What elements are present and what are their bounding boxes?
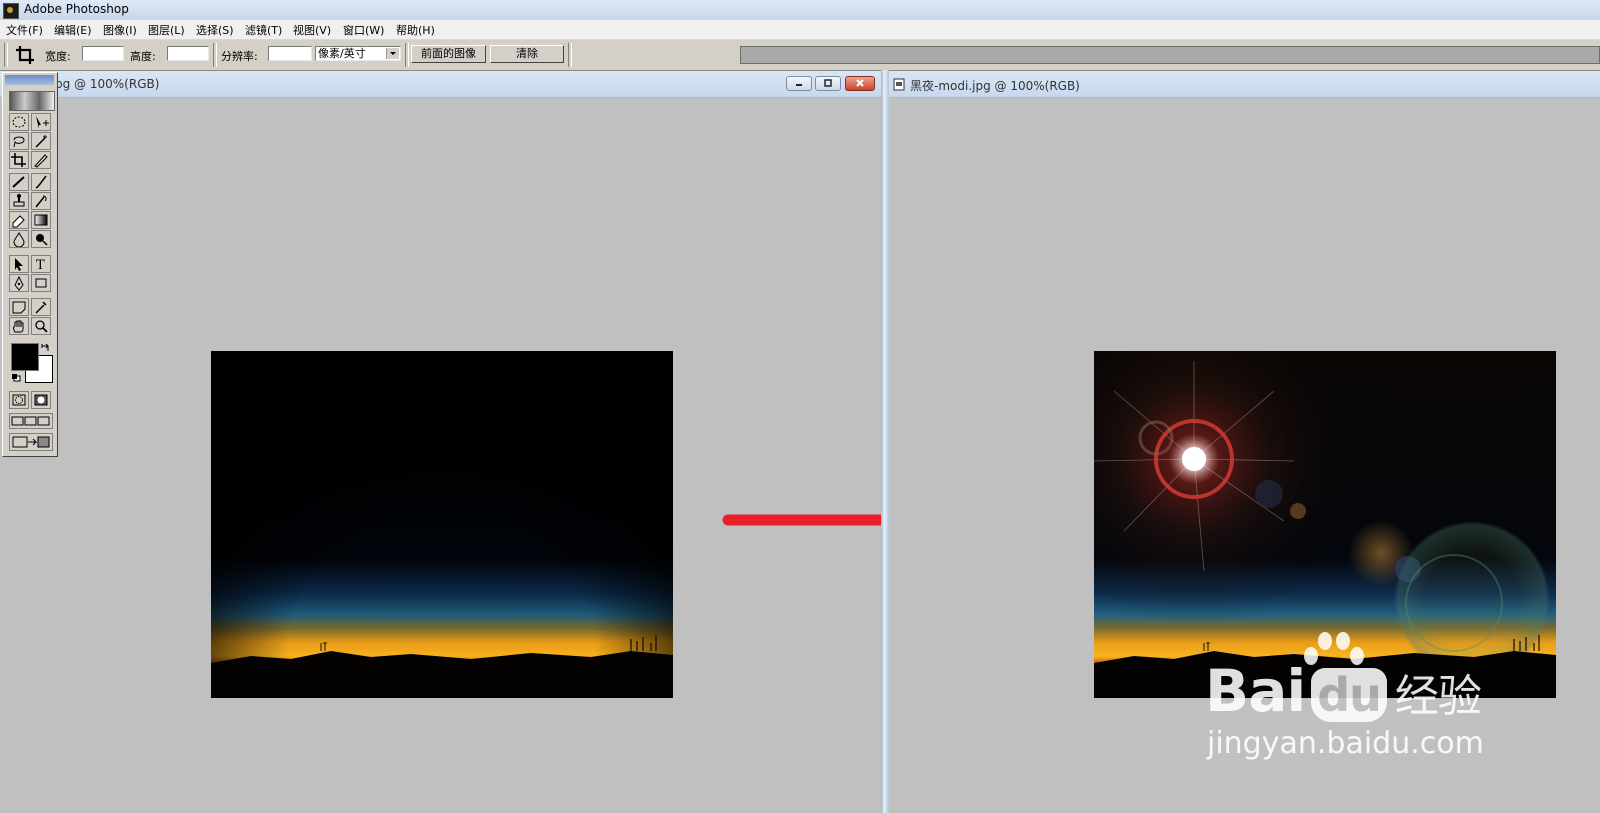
- resolution-unit-value: 像素/英寸: [318, 47, 366, 60]
- right-document-title-bar[interactable]: 黑夜-modi.jpg @ 100%(RGB): [889, 71, 1600, 98]
- menu-edit[interactable]: 编辑(E): [54, 22, 92, 38]
- history-brush-icon[interactable]: [31, 192, 51, 210]
- eraser-icon[interactable]: [9, 211, 29, 229]
- left-document-title-bar[interactable]: pg @ 100%(RGB): [0, 71, 881, 98]
- marquee-icon[interactable]: [9, 113, 29, 131]
- options-separator: [405, 43, 409, 67]
- app-title: Adobe Photoshop: [24, 2, 129, 16]
- foreground-color-swatch[interactable]: [11, 343, 39, 371]
- minimize-button[interactable]: [786, 76, 812, 91]
- app-title-bar: Adobe Photoshop: [0, 0, 1600, 21]
- close-button[interactable]: [845, 76, 875, 91]
- menu-layer[interactable]: 图层(L): [148, 22, 185, 38]
- menu-help[interactable]: 帮助(H): [396, 22, 435, 38]
- hand-icon[interactable]: [9, 317, 29, 335]
- toolbox-title-bar[interactable]: [5, 75, 54, 85]
- svg-text:T: T: [36, 258, 45, 272]
- quick-mask-icon[interactable]: [31, 391, 51, 409]
- pen-icon[interactable]: [9, 274, 29, 292]
- slice-icon[interactable]: [31, 151, 51, 169]
- height-label: 高度:: [130, 50, 156, 63]
- right-document-title: 黑夜-modi.jpg @ 100%(RGB): [910, 79, 1080, 93]
- path-selection-icon[interactable]: [9, 255, 29, 273]
- menu-image[interactable]: 图像(I): [103, 22, 137, 38]
- width-label: 宽度:: [45, 50, 71, 63]
- resolution-label: 分辨率:: [221, 50, 258, 63]
- type-icon[interactable]: T: [31, 255, 51, 273]
- menu-bar: 文件(F) 编辑(E) 图像(I) 图层(L) 选择(S) 滤镜(T) 视图(V…: [0, 20, 1600, 40]
- watermark-url: jingyan.baidu.com: [1207, 726, 1484, 761]
- magic-wand-icon[interactable]: [31, 132, 51, 150]
- blur-icon[interactable]: [9, 230, 29, 248]
- left-document-window: pg @ 100%(RGB): [0, 71, 881, 813]
- crop-tool-preset-icon[interactable]: [14, 44, 36, 66]
- notes-icon[interactable]: [9, 298, 29, 316]
- document-icon: [893, 78, 906, 91]
- eye-logo-icon[interactable]: [9, 91, 55, 111]
- gradient-icon[interactable]: [31, 211, 51, 229]
- zoom-icon[interactable]: [31, 317, 51, 335]
- options-separator: [568, 43, 572, 67]
- left-document-title: pg @ 100%(RGB): [55, 77, 160, 91]
- dodge-icon[interactable]: [31, 230, 51, 248]
- menu-select[interactable]: 选择(S): [196, 22, 234, 38]
- clone-stamp-icon[interactable]: [9, 192, 29, 210]
- jump-to-imageready-icon[interactable]: [9, 433, 53, 451]
- lasso-icon[interactable]: [9, 132, 29, 150]
- eyedropper-icon[interactable]: [31, 298, 51, 316]
- clear-button[interactable]: 清除: [490, 45, 564, 63]
- watermark-brand-du: du: [1311, 668, 1387, 722]
- watermark-brand-cn: 经验: [1394, 671, 1482, 722]
- palette-well: [740, 46, 1600, 64]
- resolution-input[interactable]: [268, 46, 312, 61]
- width-input[interactable]: [82, 46, 124, 61]
- close-icon: [856, 79, 864, 87]
- menu-file[interactable]: 文件(F): [6, 22, 43, 38]
- restore-icon: [824, 79, 832, 87]
- brush-icon[interactable]: [31, 173, 51, 191]
- restore-button[interactable]: [815, 76, 841, 91]
- move-icon[interactable]: [31, 113, 51, 131]
- minimize-icon: [796, 84, 802, 86]
- toolbox-palette: T: [2, 72, 58, 457]
- options-separator: [213, 43, 217, 67]
- menu-window[interactable]: 窗口(W): [343, 22, 384, 38]
- options-bar: 宽度: 高度: 分辨率: 像素/英寸 前面的图像 清除: [0, 40, 1600, 71]
- window-splitter[interactable]: [881, 70, 889, 813]
- night-sky-photo-original: [211, 351, 673, 698]
- screen-mode-buttons[interactable]: [9, 413, 53, 429]
- shape-icon[interactable]: [31, 274, 51, 292]
- healing-brush-icon[interactable]: [9, 173, 29, 191]
- crop-icon[interactable]: [9, 151, 29, 169]
- baidu-jingyan-watermark: Bai du 经验 jingyan.baidu.com: [1205, 630, 1495, 761]
- front-image-button[interactable]: 前面的图像: [411, 45, 486, 63]
- menu-filter[interactable]: 滤镜(T): [245, 22, 282, 38]
- resolution-unit-select[interactable]: 像素/英寸: [315, 46, 401, 61]
- default-colors-icon[interactable]: [11, 371, 21, 382]
- options-bar-grip: [4, 43, 8, 67]
- chevron-down-icon[interactable]: [386, 48, 399, 59]
- swap-colors-icon[interactable]: [40, 342, 52, 352]
- photoshop-logo-icon: [3, 3, 19, 19]
- height-input[interactable]: [167, 46, 209, 61]
- watermark-brand-bai: Bai: [1205, 657, 1306, 725]
- standard-mode-icon[interactable]: [9, 391, 29, 409]
- menu-view[interactable]: 视图(V): [293, 22, 331, 38]
